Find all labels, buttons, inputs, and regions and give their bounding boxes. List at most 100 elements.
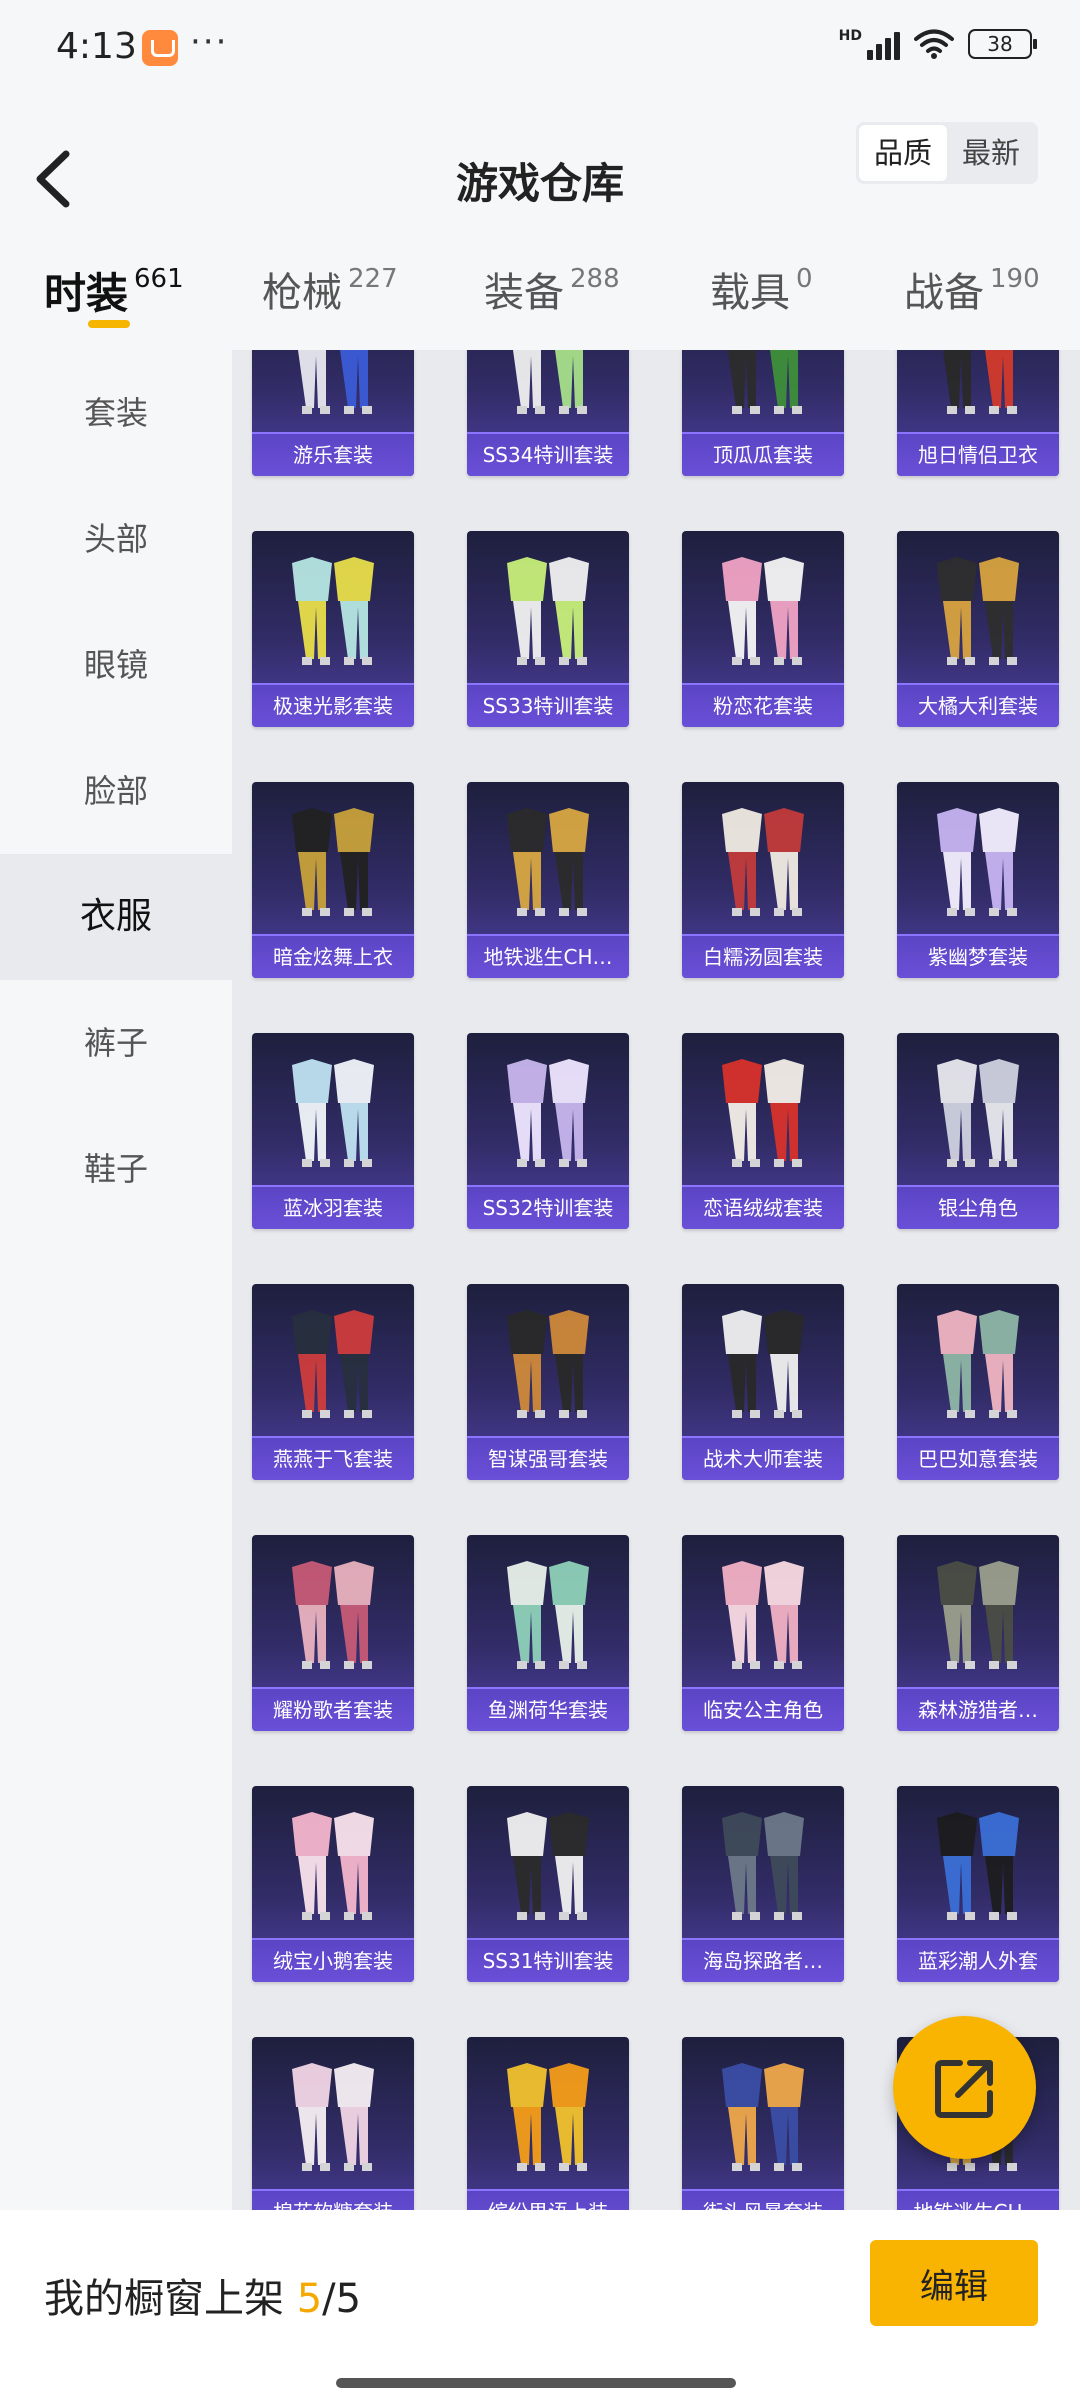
tab-guns[interactable]: 枪械 227 (262, 260, 398, 318)
shelf-current-count: 5 (296, 2276, 323, 2322)
item-name: 粉恋花套装 (682, 683, 844, 727)
item-name: 鱼渊荷华套装 (467, 1687, 629, 1731)
item-name: SS34特训套装 (467, 432, 629, 476)
item-card[interactable]: 大橘大利套装 (897, 531, 1059, 727)
sidebar-item-face[interactable]: 脸部 (0, 728, 232, 854)
item-name: SS32特训套装 (467, 1185, 629, 1229)
active-tab-indicator (88, 320, 130, 328)
item-card[interactable]: 临安公主角色 (682, 1535, 844, 1731)
item-card[interactable]: 海岛探路者… (682, 1786, 844, 1982)
item-card[interactable]: 棉花软糖套装 (252, 2037, 414, 2210)
outfit-thumbnail-icon (937, 808, 1019, 916)
outfit-thumbnail-icon (943, 350, 1017, 414)
outfit-thumbnail-icon (292, 1561, 374, 1669)
share-icon (935, 2060, 993, 2118)
outfit-thumbnail-icon (722, 1310, 804, 1418)
tab-label: 装备 (484, 270, 564, 316)
battery-icon: 38 (968, 29, 1037, 59)
tab-label: 时装 (44, 269, 129, 318)
tab-label: 枪械 (262, 270, 342, 316)
item-card[interactable]: 紫幽梦套装 (897, 782, 1059, 978)
item-card[interactable]: 蓝冰羽套装 (252, 1033, 414, 1229)
item-name: 棉花软糖套装 (252, 2189, 414, 2210)
item-card[interactable]: 顶瓜瓜套装 (682, 350, 844, 476)
outfit-thumbnail-icon (292, 1812, 374, 1920)
item-name: 战术大师套装 (682, 1436, 844, 1480)
item-card[interactable]: SS31特训套装 (467, 1786, 629, 1982)
item-card[interactable]: 极速光影套装 (252, 531, 414, 727)
sidebar-item-pants[interactable]: 裤子 (0, 980, 232, 1106)
item-name: 白糯汤圆套装 (682, 934, 844, 978)
bottom-bar: 我的橱窗上架 5/5 编辑 (0, 2210, 1080, 2400)
item-name: SS31特训套装 (467, 1938, 629, 1982)
outfit-thumbnail-icon (507, 557, 589, 665)
outfit-thumbnail-icon (722, 1812, 804, 1920)
item-name: 绒宝小鹅套装 (252, 1938, 414, 1982)
item-name: SS33特训套装 (467, 683, 629, 727)
item-name: 地铁逃生CH… (467, 934, 629, 978)
outfit-thumbnail-icon (937, 1561, 1019, 1669)
item-card[interactable]: 耀粉歌者套装 (252, 1535, 414, 1731)
outfit-thumbnail-icon (292, 557, 374, 665)
shelf-label: 我的橱窗上架 (44, 2276, 284, 2322)
outfit-thumbnail-icon (507, 1561, 589, 1669)
signal-icon: HD (839, 28, 900, 60)
sidebar-item-glasses[interactable]: 眼镜 (0, 602, 232, 728)
outfit-thumbnail-icon (507, 1059, 589, 1167)
sidebar-item-clothes[interactable]: 衣服 (0, 854, 232, 980)
item-card[interactable]: 绒宝小鹅套装 (252, 1786, 414, 1982)
item-card[interactable]: 旭日情侣卫衣 (897, 350, 1059, 476)
item-name: 游乐套装 (252, 432, 414, 476)
item-card[interactable]: 游乐套装 (252, 350, 414, 476)
item-card[interactable]: 战术大师套装 (682, 1284, 844, 1480)
tab-supplies[interactable]: 战备 190 (904, 260, 1040, 318)
item-card[interactable]: 燕燕于飞套装 (252, 1284, 414, 1480)
tab-vehicles[interactable]: 载具 0 (710, 260, 813, 318)
item-card[interactable]: 粉恋花套装 (682, 531, 844, 727)
sidebar-item-shoes[interactable]: 鞋子 (0, 1106, 232, 1232)
sidebar: 套装 头部 眼镜 脸部 衣服 裤子 鞋子 (0, 350, 232, 2210)
item-card[interactable]: 蓝彩潮人外套 (897, 1786, 1059, 1982)
outfit-thumbnail-icon (722, 1561, 804, 1669)
outfit-thumbnail-icon (722, 808, 804, 916)
item-name: 街头风暴套装 (682, 2189, 844, 2210)
item-card[interactable]: SS32特训套装 (467, 1033, 629, 1229)
item-card[interactable]: 智谋强哥套装 (467, 1284, 629, 1480)
edit-button[interactable]: 编辑 (870, 2240, 1038, 2326)
item-card[interactable]: 银尘角色 (897, 1033, 1059, 1229)
sort-option-quality[interactable]: 品质 (859, 125, 947, 181)
item-name: 大橘大利套装 (897, 683, 1059, 727)
item-card[interactable]: 街头风暴套装 (682, 2037, 844, 2210)
item-name: 森林游猎者… (897, 1687, 1059, 1731)
shopping-bag-icon (142, 30, 178, 66)
item-card[interactable]: SS33特训套装 (467, 531, 629, 727)
item-card[interactable]: 地铁逃生CH… (467, 782, 629, 978)
outfit-thumbnail-icon (937, 1059, 1019, 1167)
tab-fashion[interactable]: 时装 661 (44, 260, 184, 321)
category-tabs: 时装 661 枪械 227 装备 288 载具 0 战备 190 (0, 240, 1080, 350)
item-card[interactable]: 缤纷果语上装 (467, 2037, 629, 2210)
item-name: 缤纷果语上装 (467, 2189, 629, 2210)
outfit-thumbnail-icon (722, 1059, 804, 1167)
outfit-thumbnail-icon (937, 557, 1019, 665)
item-name: 旭日情侣卫衣 (897, 432, 1059, 476)
sidebar-item-head[interactable]: 头部 (0, 476, 232, 602)
home-indicator[interactable] (336, 2378, 736, 2388)
outfit-thumbnail-icon (292, 808, 374, 916)
share-button[interactable] (893, 2016, 1036, 2159)
item-card[interactable]: 恋语绒绒套装 (682, 1033, 844, 1229)
item-name: 蓝彩潮人外套 (897, 1938, 1059, 1982)
sort-option-newest[interactable]: 最新 (947, 125, 1035, 181)
item-card[interactable]: 巴巴如意套装 (897, 1284, 1059, 1480)
item-card[interactable]: 鱼渊荷华套装 (467, 1535, 629, 1731)
hd-label: HD (838, 28, 862, 44)
item-card[interactable]: SS34特训套装 (467, 350, 629, 476)
item-card[interactable]: 森林游猎者… (897, 1535, 1059, 1731)
item-card[interactable]: 暗金炫舞上衣 (252, 782, 414, 978)
more-icon: ··· (190, 22, 229, 62)
outfit-thumbnail-icon (722, 2063, 804, 2171)
sidebar-item-outfits[interactable]: 套装 (0, 350, 232, 476)
item-card[interactable]: 白糯汤圆套装 (682, 782, 844, 978)
tab-equipment[interactable]: 装备 288 (484, 260, 620, 318)
outfit-thumbnail-icon (507, 2063, 589, 2171)
